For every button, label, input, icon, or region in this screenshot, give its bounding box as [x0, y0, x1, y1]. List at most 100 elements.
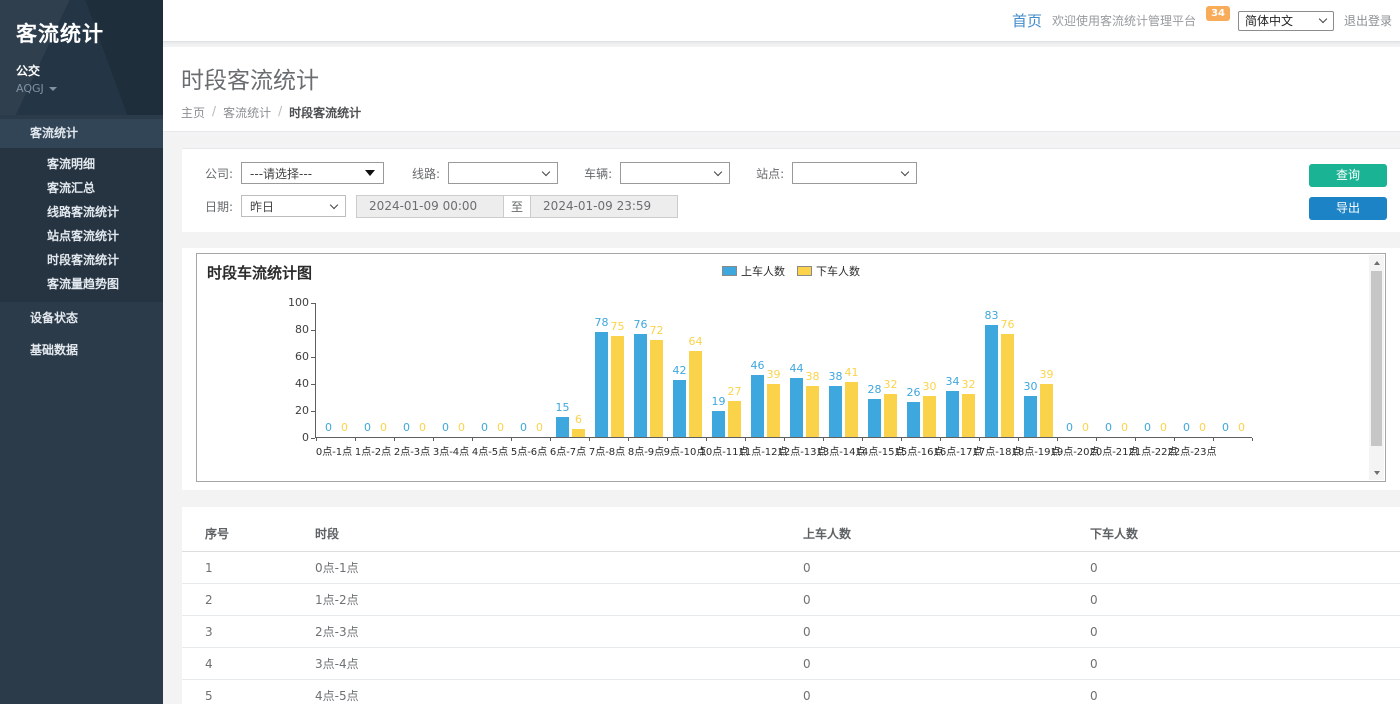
sidebar-menu: 客流统计客流明细客流汇总线路客流统计站点客流统计时段客流统计客流量趋势图设备状态… [0, 119, 163, 366]
sidebar-item[interactable]: 站点客流统计 [0, 224, 163, 248]
page-heading: 时段客流统计 主页/客流统计/时段客流统计 [163, 47, 1400, 132]
chart-bar [751, 375, 764, 437]
y-axis-tick-label: 80 [279, 323, 309, 336]
legend-swatch-icon [797, 266, 812, 276]
x-axis-tick-mark [940, 438, 941, 441]
table-cell: 1 [182, 552, 307, 584]
y-axis-tick-mark [311, 357, 315, 358]
date-preset-select[interactable]: 昨日 [241, 195, 346, 217]
table-row: 21点-2点00 [182, 584, 1400, 616]
app-title: 客流统计 [16, 18, 163, 48]
chart-bar [1001, 334, 1014, 437]
bar-value-label: 27 [721, 385, 748, 398]
breadcrumb-item[interactable]: 客流统计 [223, 104, 271, 121]
content: 公司: ---请选择--- 线路: 车辆: 站点: [163, 132, 1400, 704]
sidebar-item[interactable]: 客流量趋势图 [0, 272, 163, 296]
org-switcher[interactable]: AQGJ [16, 82, 163, 95]
chart-bar [728, 401, 741, 437]
breadcrumb-separator-icon: / [212, 104, 216, 121]
main-area: 首页 欢迎使用客流统计管理平台 34 简体中文 退出登录 时段客流统计 主页 / 客… [163, 0, 1400, 704]
table-header-cell: 时段 [307, 517, 795, 552]
company-select[interactable]: ---请选择--- [241, 162, 384, 184]
table-cell: 4点-5点 [307, 680, 795, 704]
company-select-value: ---请选择--- [250, 165, 312, 182]
chart-bar [634, 334, 647, 437]
sidebar-section-1[interactable]: 客流统计 [0, 119, 163, 148]
date-range-to-label: 至 [504, 195, 530, 218]
breadcrumb-item: 时段客流统计 [289, 104, 361, 121]
vehicle-select[interactable] [620, 162, 730, 184]
query-button[interactable]: 查询 [1309, 164, 1387, 187]
table-row: 10点-1点00 [182, 552, 1400, 584]
table-cell: 0 [795, 680, 1082, 704]
table-cell: 3 [182, 616, 307, 648]
welcome-text: 欢迎使用客流统计管理平台 [1052, 12, 1196, 29]
table-cell: 4 [182, 648, 307, 680]
chart-bar [673, 380, 686, 437]
app-window: 客流统计 公交 AQGJ 客流统计客流明细客流汇总线路客流统计站点客流统计时段客… [0, 0, 1400, 704]
line-select[interactable] [448, 162, 558, 184]
time-period-table: 序号时段上车人数下车人数 10点-1点0021点-2点0032点-3点0043点… [182, 517, 1400, 704]
chevron-down-icon [330, 200, 338, 208]
language-select[interactable]: 简体中文 [1238, 11, 1334, 31]
sidebar-section-3[interactable]: 基础数据 [0, 334, 163, 366]
chart-bar [767, 384, 780, 437]
company-label: 公司: [205, 165, 233, 182]
table-header-row: 序号时段上车人数下车人数 [182, 517, 1400, 552]
scrollbar-thumb[interactable] [1371, 271, 1382, 446]
sidebar-section-2[interactable]: 设备状态 [0, 302, 163, 334]
x-axis-tick-mark [1057, 438, 1058, 441]
scrollbar-up-button[interactable] [1369, 255, 1384, 270]
x-axis-tick-mark [1252, 438, 1253, 441]
chart-bar [907, 402, 920, 437]
export-button[interactable]: 导出 [1309, 197, 1387, 220]
table-cell: 0 [1082, 584, 1400, 616]
table-cell: 0 [795, 648, 1082, 680]
table-cell: 0 [795, 616, 1082, 648]
sidebar-item[interactable]: 客流明细 [0, 152, 163, 176]
chart-bar [572, 429, 585, 437]
x-axis-category-label: 22点-23点 [1161, 443, 1223, 458]
table-row: 32点-3点00 [182, 616, 1400, 648]
y-axis-tick-mark [311, 411, 315, 412]
sidebar-item[interactable]: 时段客流统计 [0, 248, 163, 272]
x-axis-tick-mark [784, 438, 785, 441]
date-to-input[interactable]: 2024-01-09 23:59 [530, 195, 678, 218]
sidebar-item[interactable]: 线路客流统计 [0, 200, 163, 224]
x-axis-tick-mark [394, 438, 395, 441]
home-link[interactable]: 首页 [1012, 10, 1042, 31]
table-cell: 2 [182, 584, 307, 616]
table-cell: 1点-2点 [307, 584, 795, 616]
y-axis-tick-label: 100 [279, 296, 309, 309]
chart-plot: 0204060801000000000000001567875767242641… [315, 303, 1252, 438]
scrollbar-down-button[interactable] [1369, 465, 1384, 480]
table-body: 10点-1点0021点-2点0032点-3点0043点-4点0054点-5点00… [182, 552, 1400, 704]
station-select[interactable] [792, 162, 917, 184]
sidebar-item[interactable]: 客流汇总 [0, 176, 163, 200]
station-label: 站点: [756, 165, 784, 182]
legend-label: 上车人数 [741, 263, 785, 279]
x-axis-tick-mark [823, 438, 824, 441]
logout-link[interactable]: 退出登录 [1344, 12, 1392, 29]
chart-scrollbar[interactable] [1369, 255, 1384, 480]
breadcrumb-item[interactable]: 主页 [181, 104, 205, 121]
x-axis-tick-mark [511, 438, 512, 441]
legend-label: 下车人数 [816, 263, 860, 279]
table-cell: 0 [795, 584, 1082, 616]
bar-value-label: 72 [643, 324, 670, 337]
legend-item: 下车人数 [797, 263, 860, 279]
bar-value-label: 32 [955, 378, 982, 391]
chevron-down-icon [1319, 15, 1327, 23]
y-axis-tick-label: 20 [279, 404, 309, 417]
chart-bar [611, 336, 624, 437]
x-axis-tick-mark [472, 438, 473, 441]
date-from-input[interactable]: 2024-01-09 00:00 [356, 195, 504, 218]
chart-bar [923, 396, 936, 437]
x-axis-tick-mark [1174, 438, 1175, 441]
x-axis-tick-mark [1213, 438, 1214, 441]
y-axis-tick-label: 60 [279, 350, 309, 363]
x-axis-tick-mark [862, 438, 863, 441]
x-axis-tick-mark [628, 438, 629, 441]
table-cell: 0 [795, 552, 1082, 584]
table-cell: 0 [1082, 680, 1400, 704]
